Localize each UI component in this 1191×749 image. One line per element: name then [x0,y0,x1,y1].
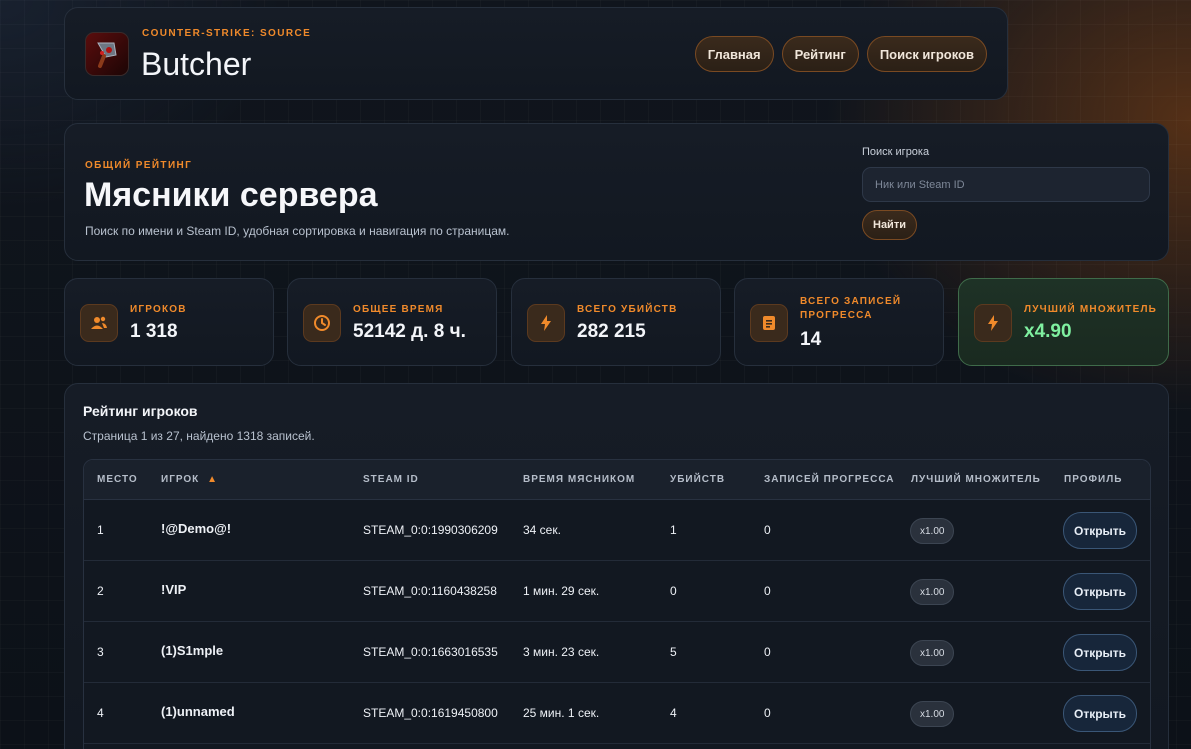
cell-player-name: !@Demo@! [161,521,232,536]
cell-kills: 0 [670,584,677,598]
ranking-title: Рейтинг игроков [83,403,198,419]
table-row: 1 !@Demo@! STEAM_0:0:1990306209 34 сек. … [84,500,1150,561]
open-profile-button[interactable]: Открыть [1063,695,1138,732]
nav-rating-button[interactable]: Рейтинг [781,36,859,72]
cell-kills: 4 [670,706,677,720]
column-header-label: ИГРОК [161,474,200,485]
stat-value: 282 215 [577,321,646,342]
cell-butcher-time: 1 мин. 29 сек. [523,584,600,598]
ranking-panel: Рейтинг игроков Страница 1 из 27, найден… [64,383,1169,749]
cell-progress-records: 0 [764,523,771,537]
column-header-progress-records[interactable]: ЗАПИСЕЙ ПРОГРЕССА [764,474,895,485]
clock-icon [303,304,341,342]
page-title: Мясники сервера [84,176,378,214]
cell-progress-records: 0 [764,645,771,659]
stat-label: ЛУЧШИЙ МНОЖИТЕЛЬ [1024,304,1158,315]
stat-card-total-kills: ВСЕГО УБИЙСТВ 282 215 [511,278,721,366]
player-search-input[interactable] [862,167,1150,202]
stat-value: 1 318 [130,321,178,342]
cell-player-name: (1)S1mple [161,643,224,658]
bolt-icon [527,304,565,342]
cell-butcher-time: 25 мин. 1 сек. [523,706,600,720]
cell-progress-records: 0 [764,584,771,598]
open-profile-button[interactable]: Открыть [1063,573,1138,610]
stat-card-progress-records: ВСЕГО ЗАПИСЕЙ ПРОГРЕССА 14 [734,278,944,366]
column-header-player[interactable]: ИГРОК ▲ [161,474,218,485]
cleaver-logo-icon[interactable] [85,32,129,76]
multiplier-badge: x1.00 [910,579,955,605]
stat-card-players: ИГРОКОВ 1 318 [64,278,274,366]
cell-player-name: (1)unnamed [161,704,235,719]
stat-label: ВСЕГО УБИЙСТВ [577,304,678,315]
cell-kills: 1 [670,523,677,537]
stat-label: ОБЩЕЕ ВРЕМЯ [353,304,444,315]
hero-description: Поиск по имени и Steam ID, удобная сорти… [85,224,510,238]
stat-card-best-multiplier: ЛУЧШИЙ МНОЖИТЕЛЬ x4.90 [958,278,1169,366]
cell-progress-records: 0 [764,706,771,720]
users-icon [80,304,118,342]
column-header-place[interactable]: МЕСТО [97,474,138,485]
stat-value: x4.90 [1024,321,1072,342]
game-label: COUNTER-STRIKE: SOURCE [142,28,312,39]
hero-eyebrow: ОБЩИЙ РЕЙТИНГ [85,160,193,171]
table-row: 2 !VIP STEAM_0:0:1160438258 1 мин. 29 се… [84,561,1150,622]
table-row: 4 (1)unnamed STEAM_0:0:1619450800 25 мин… [84,683,1150,744]
multiplier-badge: x1.00 [910,701,955,727]
multiplier-badge: x1.00 [910,518,955,544]
hero-panel: ОБЩИЙ РЕЙТИНГ Мясники сервера Поиск по и… [64,123,1169,261]
stat-value: 14 [800,329,822,350]
column-header-steam-id[interactable]: STEAM ID [363,474,419,485]
table-header: МЕСТО ИГРОК ▲ STEAM ID ВРЕМЯ МЯСНИКОМ УБ… [84,460,1150,500]
sort-ascending-icon: ▲ [207,474,218,485]
column-header-profile: ПРОФИЛЬ [1064,474,1123,485]
nav-home-button[interactable]: Главная [694,36,774,72]
cell-place: 4 [97,706,104,720]
cell-player-name: !VIP [161,582,187,597]
stat-value: 52142 д. 8 ч. [353,321,466,342]
column-header-kills[interactable]: УБИЙСТВ [670,474,725,485]
cell-butcher-time: 3 мин. 23 сек. [523,645,600,659]
cell-steam-id: STEAM_0:0:1990306209 [363,523,498,537]
cell-kills: 5 [670,645,677,659]
search-button[interactable]: Найти [862,210,917,240]
nav-player-search-button[interactable]: Поиск игроков [866,36,987,72]
search-label: Поиск игрока [862,146,930,158]
main-nav: Главная Рейтинг Поиск игроков [694,36,987,72]
column-header-butcher-time[interactable]: ВРЕМЯ МЯСНИКОМ [523,474,635,485]
cell-place: 1 [97,523,104,537]
open-profile-button[interactable]: Открыть [1063,634,1138,671]
cell-steam-id: STEAM_0:0:1619450800 [363,706,498,720]
cell-steam-id: STEAM_0:0:1663016535 [363,645,498,659]
brand-title[interactable]: Butcher [141,46,251,83]
open-profile-button[interactable]: Открыть [1063,512,1138,549]
stat-label: ВСЕГО ЗАПИСЕЙ ПРОГРЕССА [800,296,902,321]
multiplier-badge: x1.00 [910,640,955,666]
cell-steam-id: STEAM_0:0:1160438258 [363,584,497,598]
site-header: COUNTER-STRIKE: SOURCE Butcher Главная Р… [64,7,1008,100]
cell-place: 3 [97,645,104,659]
document-icon [750,304,788,342]
bolt-icon [974,304,1012,342]
column-header-best-multiplier[interactable]: ЛУЧШИЙ МНОЖИТЕЛЬ [911,474,1041,485]
stat-card-total-time: ОБЩЕЕ ВРЕМЯ 52142 д. 8 ч. [287,278,497,366]
stat-label: ИГРОКОВ [130,304,187,315]
cell-butcher-time: 34 сек. [523,523,561,537]
cell-place: 2 [97,584,104,598]
ranking-table: МЕСТО ИГРОК ▲ STEAM ID ВРЕМЯ МЯСНИКОМ УБ… [83,459,1151,749]
ranking-subtitle: Страница 1 из 27, найдено 1318 записей. [83,429,315,443]
table-row: 3 (1)S1mple STEAM_0:0:1663016535 3 мин. … [84,622,1150,683]
